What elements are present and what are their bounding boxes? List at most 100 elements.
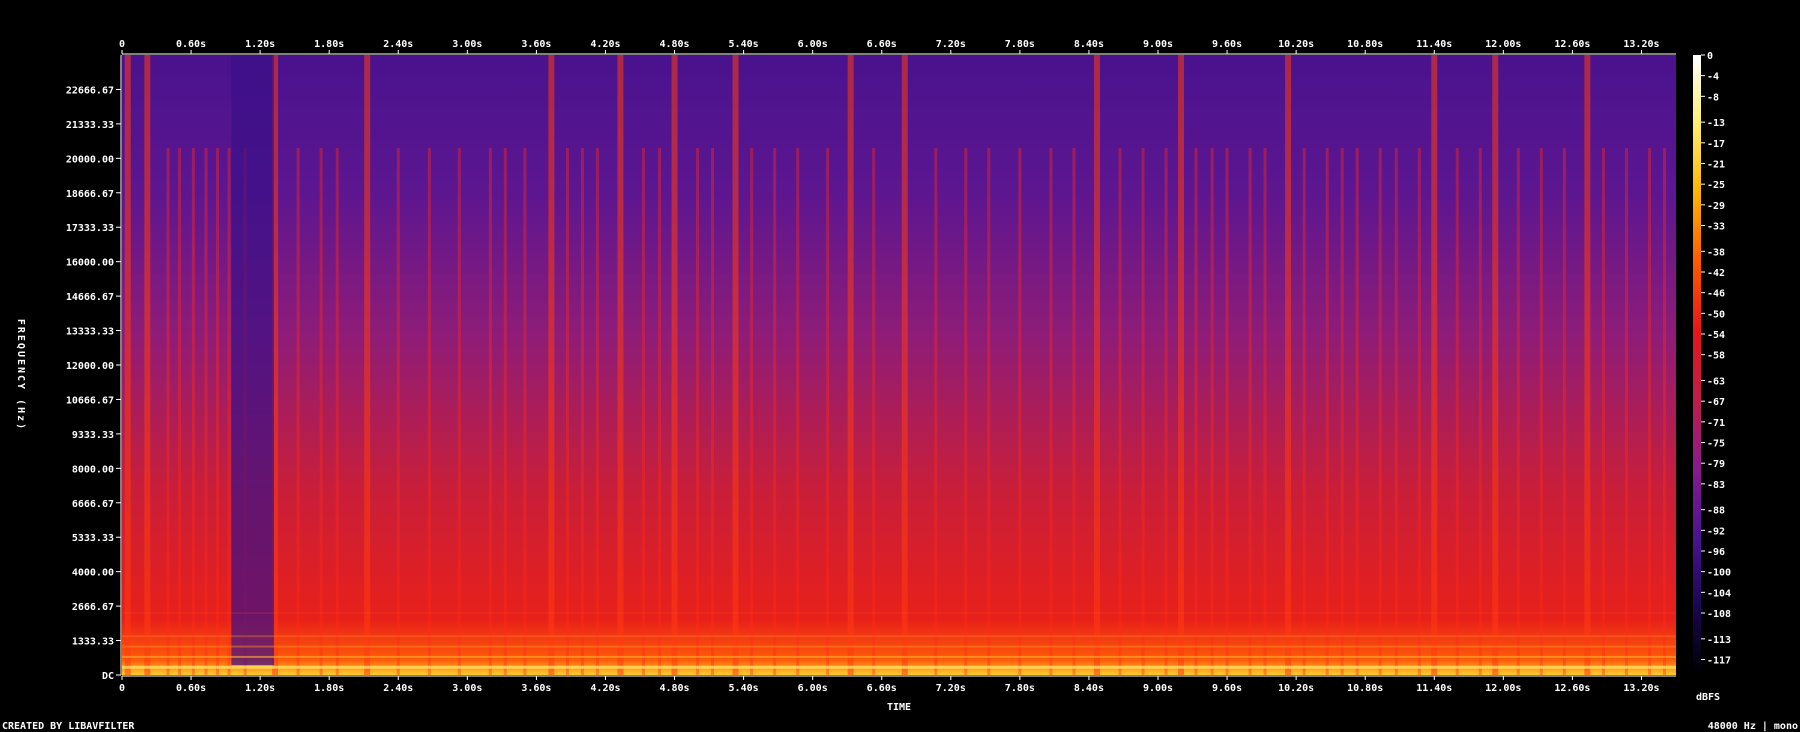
x-tick-label: 12.60s — [1554, 683, 1590, 694]
onset-streak — [1584, 55, 1591, 675]
x-tick-label: 9.00s — [1143, 39, 1173, 50]
onset-streak — [1049, 148, 1053, 675]
onset-streak — [488, 148, 492, 675]
onset-streak — [1539, 148, 1543, 675]
colorbar-ticks: 0 -4 -8 -13 -17 -21 -25 -29 -33 -38 -42 -46 -50 -54 -5… — [1701, 51, 1731, 667]
x-tick-label: 0.60s — [176, 39, 206, 50]
y-tick-label: DC — [102, 671, 114, 682]
x-tick-label: 8.40s — [1074, 683, 1104, 694]
x-axis-top: 0 0.60s 1.20s 1.80s 2.40s 3.00s 3.60s 4.20s 4.80… — [119, 39, 1676, 55]
colorbar-tick-label: -46 — [1707, 289, 1725, 300]
colorbar-tick-label: -88 — [1707, 506, 1725, 517]
onset-streak — [1194, 148, 1198, 675]
x-axis-bottom: 0 0.60s 1.20s 1.80s 2.40s 3.00s 3.60s 4.20s 4.80… — [119, 675, 1676, 694]
x-tick-label: 9.60s — [1212, 39, 1242, 50]
onset-streak — [750, 148, 754, 675]
x-tick-label: 12.00s — [1485, 39, 1521, 50]
frequency-band — [122, 612, 1676, 614]
x-tick-label: 0 — [119, 683, 125, 694]
onset-streak — [227, 148, 231, 675]
colorbar-tick-label: -63 — [1707, 377, 1725, 388]
y-tick-label: 12000.00 — [66, 361, 114, 372]
onset-streak — [1263, 148, 1267, 675]
onset-streak — [1492, 55, 1499, 675]
onset-streak — [826, 148, 830, 675]
onset-streak — [1285, 55, 1292, 675]
colorbar-tick-label: -8 — [1707, 92, 1719, 103]
spectrogram-background — [122, 55, 1676, 675]
onset-streak — [1417, 148, 1421, 675]
onset-streak — [1601, 148, 1605, 675]
onset-streak — [1210, 148, 1214, 675]
y-tick-label: 18666.67 — [66, 189, 114, 200]
colorbar-tick-label: -25 — [1707, 180, 1725, 191]
x-tick-label: 6.60s — [867, 683, 897, 694]
onset-streak — [204, 148, 208, 675]
onset-streak — [565, 148, 569, 675]
y-tick-label: 17333.33 — [66, 223, 114, 234]
onset-streak — [427, 148, 431, 675]
x-tick-label: 4.20s — [590, 683, 620, 694]
colorbar-tick-label: -92 — [1707, 526, 1725, 537]
y-tick-label: 5333.33 — [72, 533, 114, 544]
onset-streak — [1431, 55, 1438, 675]
x-tick-label: 4.80s — [659, 683, 689, 694]
x-tick-label: 9.60s — [1212, 683, 1242, 694]
onset-streak — [1248, 148, 1252, 675]
onset-streak — [191, 148, 195, 675]
onset-streak — [1455, 148, 1459, 675]
colorbar — [1693, 55, 1701, 675]
y-tick-label: 22666.67 — [66, 85, 114, 96]
x-tick-label: 13.20s — [1623, 683, 1659, 694]
x-tick-label: 7.80s — [1005, 683, 1035, 694]
onset-streak — [1662, 148, 1666, 675]
x-tick-label: 6.00s — [798, 39, 828, 50]
onset-streak — [1178, 55, 1185, 675]
colorbar-tick-label: -113 — [1707, 635, 1731, 646]
x-tick-label: 2.40s — [383, 683, 413, 694]
onset-streak — [1093, 55, 1100, 675]
onset-streak — [901, 55, 908, 675]
onset-streak — [503, 148, 507, 675]
onset-streak — [595, 148, 599, 675]
onset-streak — [216, 148, 220, 675]
frequency-band — [122, 655, 1676, 658]
x-tick-label: 3.60s — [521, 39, 551, 50]
onset-streak — [1648, 148, 1652, 675]
spectrogram-chart: 0 0.60s 1.20s 1.80s 2.40s 3.00s 3.60s 4.20s 4.80… — [2, 39, 1798, 732]
colorbar-tick-label: -83 — [1707, 480, 1725, 491]
onset-streak — [1516, 148, 1520, 675]
frequency-band — [122, 665, 1676, 669]
footer-sample-info: 48000 Hz | mono — [1708, 721, 1798, 732]
colorbar-tick-label: -4 — [1707, 72, 1719, 83]
x-tick-label: 10.20s — [1278, 39, 1314, 50]
colorbar-tick-label: -104 — [1707, 588, 1731, 599]
colorbar-tick-label: -29 — [1707, 201, 1725, 212]
frequency-band — [122, 645, 1676, 648]
colorbar-tick-label: -108 — [1707, 609, 1731, 620]
colorbar-tick-label: -33 — [1707, 222, 1725, 233]
onset-streak — [144, 55, 151, 675]
onset-streak — [1355, 148, 1359, 675]
y-tick-label: 4000.00 — [72, 568, 114, 579]
x-tick-label: 10.80s — [1347, 39, 1383, 50]
colorbar-tick-label: -117 — [1707, 656, 1731, 667]
onset-streak — [711, 148, 715, 675]
x-tick-label: 5.40s — [729, 683, 759, 694]
onset-streak — [617, 55, 624, 675]
x-tick-label: 1.20s — [245, 683, 275, 694]
onset-streak — [1018, 148, 1022, 675]
x-tick-label: 11.40s — [1416, 683, 1452, 694]
colorbar-tick-label: -79 — [1707, 459, 1725, 470]
onset-streak — [296, 148, 300, 675]
onset-streak — [1141, 148, 1145, 675]
colorbar-tick-label: 0 — [1707, 51, 1713, 62]
onset-streak — [1562, 148, 1566, 675]
x-tick-label: 5.40s — [729, 39, 759, 50]
onset-streak — [548, 55, 555, 675]
colorbar-tick-label: -42 — [1707, 268, 1725, 279]
colorbar-label: dBFS — [1696, 692, 1720, 703]
onset-streak — [1478, 148, 1482, 675]
onset-streak — [1164, 148, 1168, 675]
onset-streak — [1302, 148, 1306, 675]
